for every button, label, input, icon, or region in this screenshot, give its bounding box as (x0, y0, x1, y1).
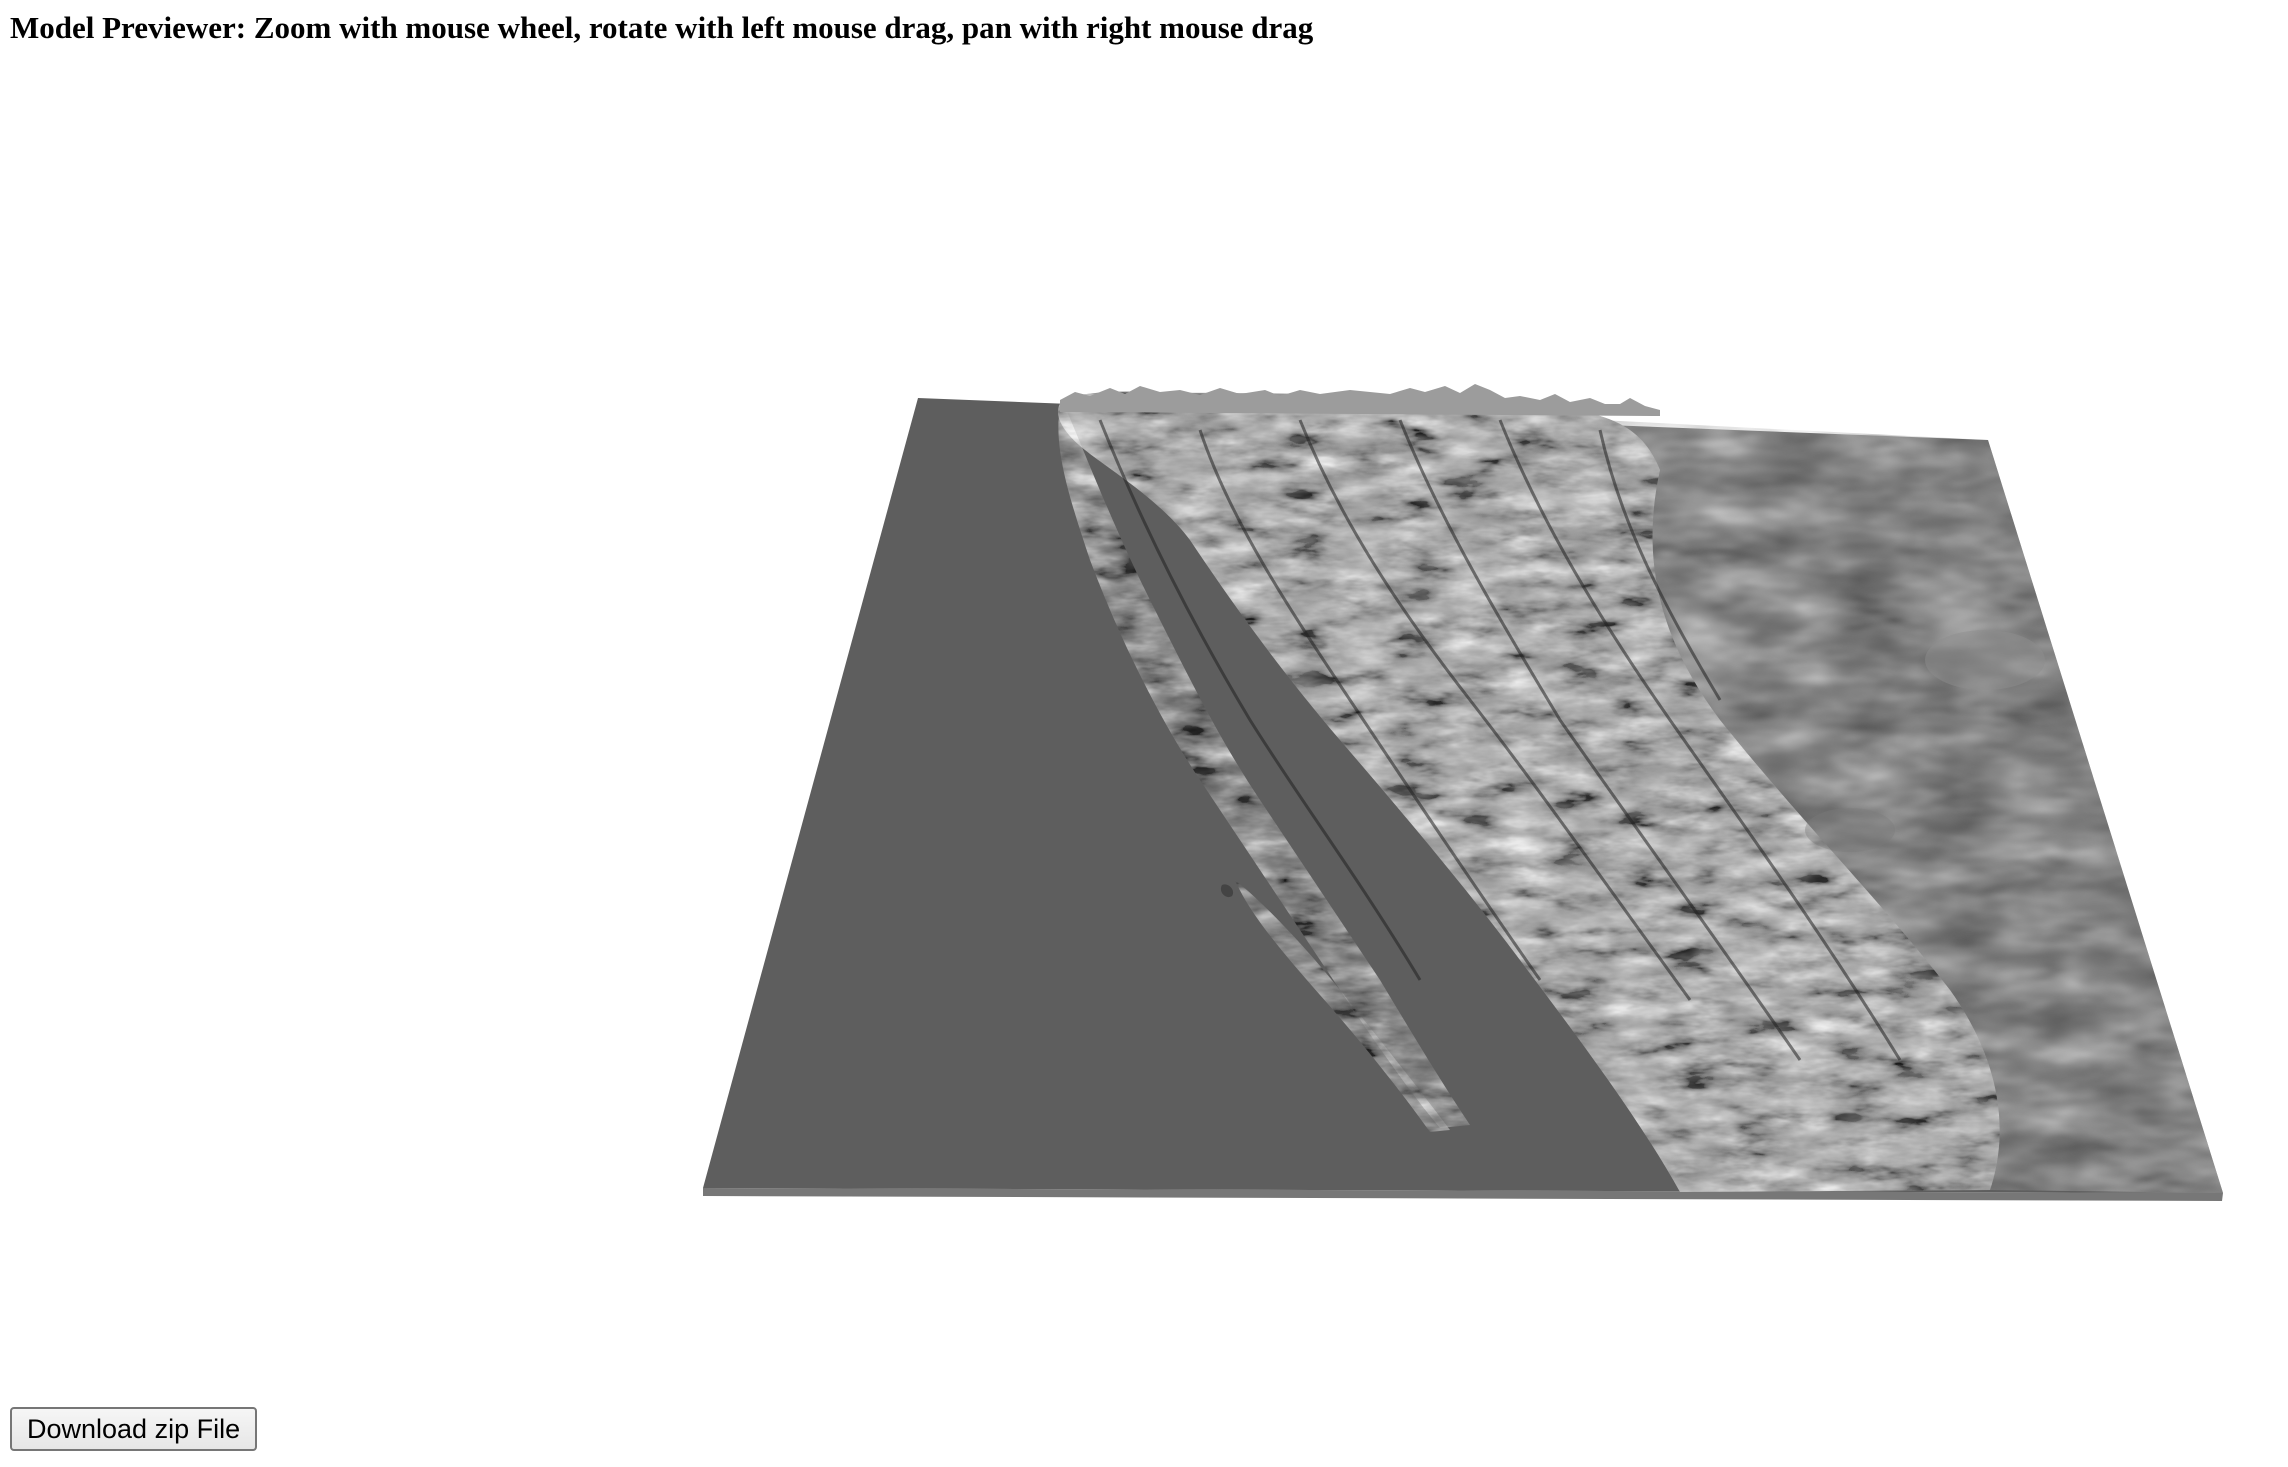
terrain-model (703, 384, 2223, 1201)
terrain-skyline (1060, 384, 1660, 416)
download-zip-button[interactable]: Download zip File (10, 1407, 258, 1451)
terrain-basin (1805, 808, 1895, 852)
model-viewer-canvas[interactable] (0, 60, 2288, 1400)
terrain-basin (1925, 630, 2045, 690)
page-title: Model Previewer: Zoom with mouse wheel, … (10, 10, 1314, 45)
